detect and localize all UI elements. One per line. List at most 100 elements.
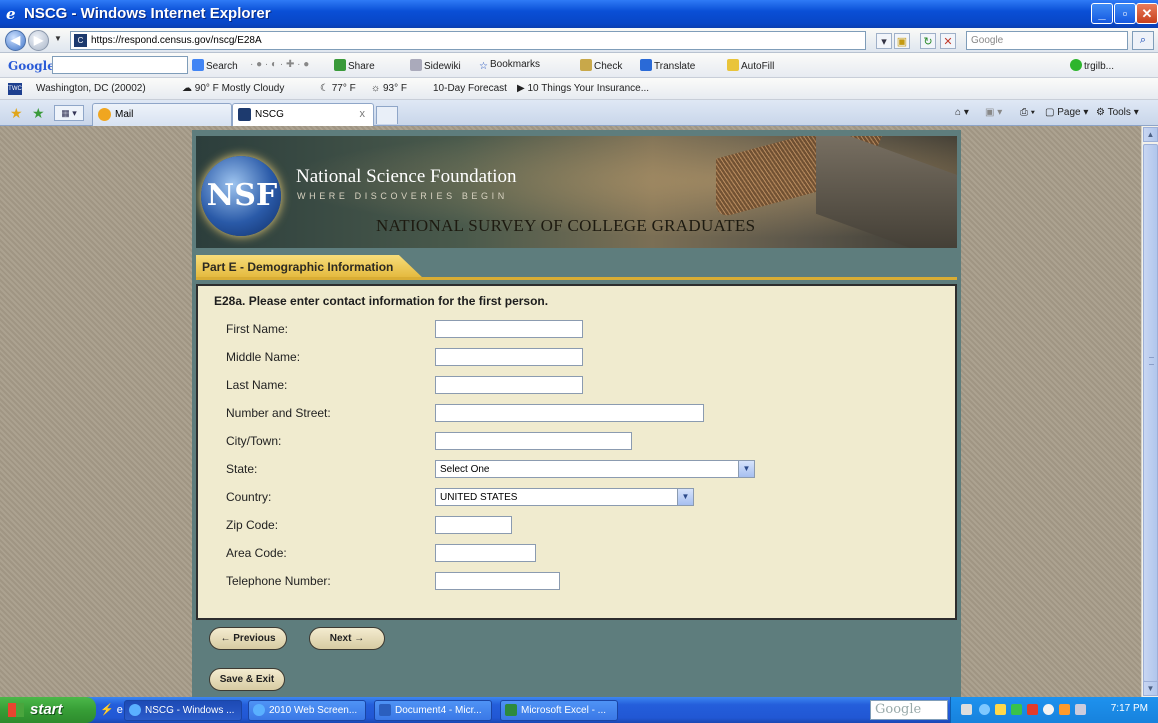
temp-low-link[interactable]: ☾ 77° F [320,83,356,94]
scroll-up-icon[interactable]: ▲ [1143,127,1158,142]
weather-channel-icon: TWC [8,83,22,95]
toolbar-autofill[interactable]: AutoFill [727,59,774,72]
toolbar-translate-label: Translate [654,61,696,72]
city-field[interactable] [435,432,632,450]
stop-icon[interactable]: ✕ [940,33,956,49]
location-link[interactable]: Washington, DC (20002) [36,83,146,94]
page-viewport: NSF National Science Foundation WHERE DI… [0,126,1141,697]
telephone-field[interactable] [435,572,560,590]
ie-icon [253,704,265,716]
forward-button[interactable]: ▶ [28,30,49,51]
search-icon [192,59,204,71]
feeds-icon[interactable]: ▣ ▾ [985,107,1002,118]
toolbar-search-label: Search [206,61,238,72]
taskbar-item-document[interactable]: Document4 - Micr... [374,700,492,721]
taskbar-item-screenshots[interactable]: 2010 Web Screen... [248,700,366,721]
survey-title: NATIONAL SURVEY OF COLLEGE GRADUATES [376,216,756,235]
clock: 7:17 PM [1110,703,1148,714]
google-logo: Google [8,59,55,73]
scroll-thumb[interactable] [1143,144,1158,682]
update-icon[interactable] [1043,704,1054,715]
tab-bar: ★ ★ ▦ ▾ Mail NSCG x ⌂ ▾ ▣ ▾ ⎙ ▾ ▢ Page ▾… [0,100,1158,126]
toolbar-user-label: trgilb... [1084,61,1115,72]
next-button[interactable]: Next → [309,627,385,650]
taskbar-item-label: NSCG - Windows ... [145,705,235,716]
excel-icon [505,704,517,716]
save-exit-button[interactable]: Save & Exit [209,668,285,691]
refresh-icon[interactable]: ↻ [920,33,936,49]
area-code-field[interactable] [435,544,536,562]
zip-field[interactable] [435,516,512,534]
forecast-link[interactable]: 10-Day Forecast [433,83,507,94]
system-tray: 7:17 PM [950,697,1158,723]
tab-nscg[interactable]: NSCG x [232,103,374,126]
google-search-input[interactable] [52,56,188,74]
area-code-label: Area Code: [226,546,287,560]
vertical-scrollbar[interactable]: ▲ ▼ [1141,126,1158,697]
city-label: City/Town: [226,434,282,448]
previous-button[interactable]: ← Previous [209,627,287,650]
toolbar-icons[interactable]: · ● · ◐ · ✚ · ● [250,59,309,70]
country-value: UNITED STATES [440,492,518,503]
lock-icon[interactable]: ▣ [894,33,910,49]
survey-page: NSF National Science Foundation WHERE DI… [192,130,961,697]
section-header: Part E - Demographic Information [196,248,957,280]
signal-icon[interactable] [1011,704,1022,715]
state-select[interactable]: Select One ▼ [435,460,755,478]
country-select[interactable]: UNITED STATES ▼ [435,488,694,506]
tab-mail[interactable]: Mail [92,103,232,126]
search-icon[interactable]: ⌕ [1132,31,1154,50]
toolbar-user[interactable]: trgilb... [1070,59,1114,72]
new-tab-button[interactable] [376,106,398,124]
flag-icon[interactable] [1027,704,1038,715]
news-link[interactable]: ▶ 10 Things Your Insurance... [517,83,649,94]
google-deskbar[interactable]: Google [870,700,948,720]
url-input[interactable]: C https://respond.census.gov/nscg/E28A [70,31,866,50]
home-icon[interactable]: ⌂ ▾ [955,107,969,118]
print-icon[interactable]: ⎙ ▾ [1020,107,1035,118]
favorites-star-icon[interactable]: ★ [10,105,23,122]
add-favorites-icon[interactable]: ★ [32,105,45,122]
scroll-down-icon[interactable]: ▼ [1143,681,1158,696]
page-icon: ▢ [1045,107,1058,118]
middle-name-label: Middle Name: [226,350,301,364]
start-button[interactable]: start [0,697,96,723]
quick-launch-icon[interactable]: ⚡ e [100,703,123,716]
street-label: Number and Street: [226,406,331,420]
page-menu[interactable]: ▢ Page ▾ [1045,107,1088,118]
close-button[interactable]: ✕ [1136,3,1158,24]
street-field[interactable] [435,404,704,422]
tools-menu[interactable]: ⚙ Tools ▾ [1096,107,1139,118]
quick-tabs-button[interactable]: ▦ ▾ [54,105,84,121]
middle-name-field[interactable] [435,348,583,366]
taskbar-item-excel[interactable]: Microsoft Excel - ... [500,700,618,721]
weather-now-link[interactable]: ☁ 90° F Mostly Cloudy [182,83,284,94]
tab-close-icon[interactable]: x [360,108,366,120]
address-dropdown-icon[interactable]: ▾ [876,33,892,49]
gear-icon: ⚙ [1096,107,1108,118]
alert-icon[interactable] [1059,704,1070,715]
tray-icon[interactable] [961,704,972,715]
volume-icon[interactable] [995,704,1006,715]
toolbar-translate[interactable]: Translate [640,59,695,72]
temp-high-link[interactable]: ☼ 93° F [371,83,407,94]
toolbar-share[interactable]: Share [334,59,375,72]
minimize-button[interactable]: _ [1091,3,1113,24]
last-name-field[interactable] [435,376,583,394]
page-menu-label: Page [1057,107,1081,118]
temp-high-label: 93° F [382,83,407,94]
taskbar-item-nscg[interactable]: NSCG - Windows ... [124,700,242,721]
toolbar-search[interactable]: Search [192,59,238,72]
toolbar-check[interactable]: Check [580,59,622,72]
network-icon[interactable] [979,704,990,715]
translate-icon [640,59,652,71]
back-button[interactable]: ◀ [5,30,26,51]
maximize-button[interactable]: ▫ [1114,3,1136,24]
history-dropdown-icon[interactable]: ▼ [54,34,62,43]
display-icon[interactable] [1075,704,1086,715]
first-name-field[interactable] [435,320,583,338]
links-toolbar: TWC Washington, DC (20002) ☁ 90° F Mostl… [0,78,1158,100]
toolbar-bookmarks[interactable]: ☆ Bookmarks [479,59,540,73]
search-input[interactable]: Google [966,31,1128,50]
toolbar-sidewiki[interactable]: Sidewiki [410,59,461,72]
